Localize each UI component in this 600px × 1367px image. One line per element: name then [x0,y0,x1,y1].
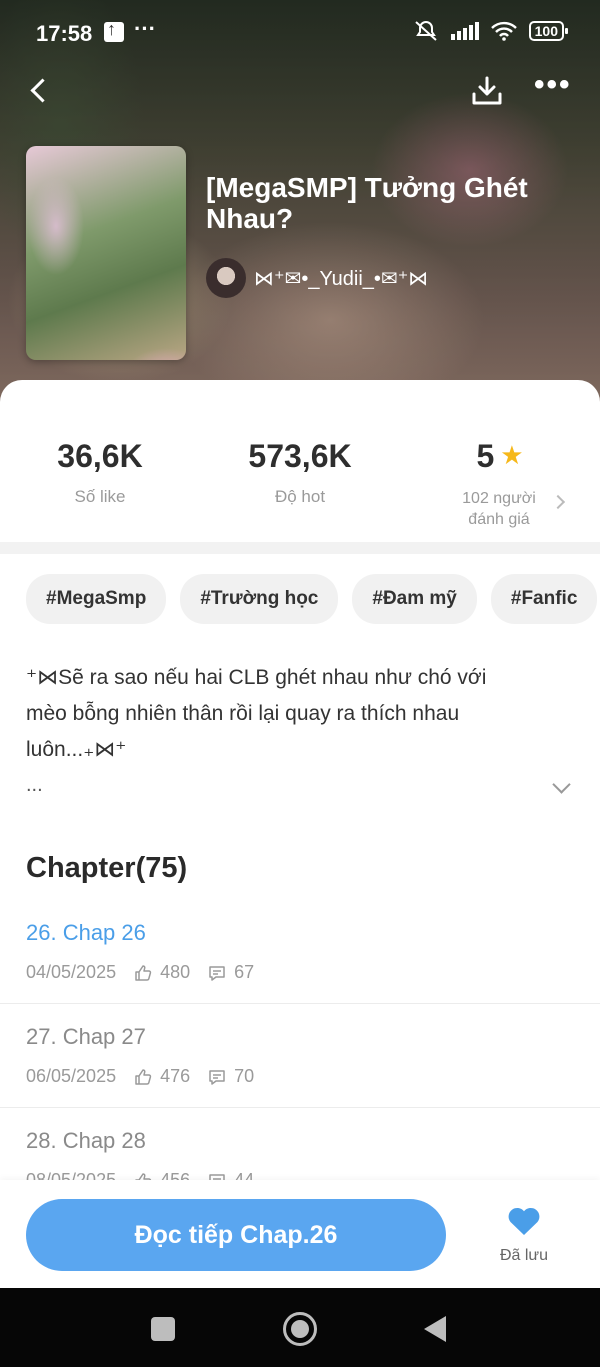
saved-button[interactable]: Đã lưu [482,1206,566,1265]
author-link[interactable]: ⋈⁺✉︎•_Yudii_•✉︎⁺⋈ [206,258,428,298]
top-bar: ••• [0,70,600,116]
tag-chip[interactable]: #Trường học [180,574,339,624]
story-title: [MegaSMP] Tưởng Ghét Nhau? [206,172,528,234]
tag-chip[interactable]: #MegaSmp [26,574,167,624]
stat-hot: 573,6K Độ hot [200,438,400,507]
chapter-likes: 480 [160,962,191,982]
recents-icon[interactable] [151,1317,175,1341]
chapter-row[interactable]: 28. Chap 28 08/05/2025 456 44 [0,1108,600,1185]
tag-list: #MegaSmp #Trường học #Đam mỹ #Fanfic [26,574,598,624]
comment-icon [209,965,225,981]
signal-icon [450,22,479,40]
description-more: ... [26,774,43,796]
continue-reading-button[interactable]: Đọc tiếp Chap.26 [26,1199,446,1271]
nav-back-icon[interactable] [424,1316,446,1342]
like-icon [135,1068,152,1085]
chapter-comments: 70 [234,1066,255,1086]
chapter-heading: Chapter(75) [26,852,188,884]
chapter-row[interactable]: 27. Chap 27 06/05/2025 476 70 [0,1004,600,1108]
chapter-list: 26. Chap 26 04/05/2025 480 67 27. Chap 2… [0,900,600,1185]
star-icon: ★ [500,440,524,470]
rating-count[interactable]: 102 người đánh giá [446,488,552,530]
wifi-icon [490,21,517,41]
comment-icon [209,1069,225,1085]
chapter-row[interactable]: 26. Chap 26 04/05/2025 480 67 [0,900,600,1004]
details-card: 36,6K Số like 573,6K Độ hot 5 ★ 102 người… [0,380,600,1290]
likes-value: 36,6K [57,438,143,474]
likes-label: Số like [74,487,126,506]
chapter-likes: 476 [160,1066,191,1086]
chapter-title: 28. Chap 28 [26,1128,146,1153]
system-nav-bar [0,1288,600,1367]
avatar [206,258,246,298]
rating-count-line: 102 người [462,490,536,507]
saved-label: Đã lưu [499,1247,549,1264]
battery-icon: 100 [528,21,569,41]
story-cover [26,146,186,360]
story-description: ⁺⋈Sẽ ra sao nếu hai CLB ghét nhau như ch… [26,666,487,761]
tag-chip[interactable]: #Fanfic [490,574,598,624]
rating-label: đánh giá [468,511,530,528]
status-bar: 17:58 ··· 100 [0,0,600,64]
status-time: 17:58 [36,21,93,46]
more-icon[interactable]: ••• [534,70,574,102]
back-icon[interactable] [24,76,54,106]
stat-likes: 36,6K Số like [0,438,200,507]
chapter-comments: 67 [234,962,255,982]
rating-value: 5 [476,438,495,474]
home-icon[interactable] [283,1312,317,1346]
download-icon[interactable] [470,74,504,108]
status-dots: ··· [134,16,156,41]
hot-value: 573,6K [248,438,352,474]
upload-icon [104,19,124,42]
bottom-action-bar: Đọc tiếp Chap.26 Đã lưu [0,1180,600,1288]
heart-icon [508,1207,540,1235]
mute-icon [414,21,437,41]
tag-chip[interactable]: #Đam mỹ [352,574,477,624]
chapter-date: 06/05/2025 [26,1066,117,1086]
chapter-title: 26. Chap 26 [26,920,146,945]
chapter-title: 27. Chap 27 [26,1024,146,1049]
like-icon [135,964,152,981]
section-divider [0,542,600,554]
hot-label: Độ hot [274,487,326,506]
chapter-date: 04/05/2025 [26,962,117,982]
author-name: ⋈⁺✉︎•_Yudii_•✉︎⁺⋈ [254,267,429,290]
chevron-down-icon[interactable] [552,775,571,794]
stat-rating[interactable]: 5 ★ [400,438,600,475]
